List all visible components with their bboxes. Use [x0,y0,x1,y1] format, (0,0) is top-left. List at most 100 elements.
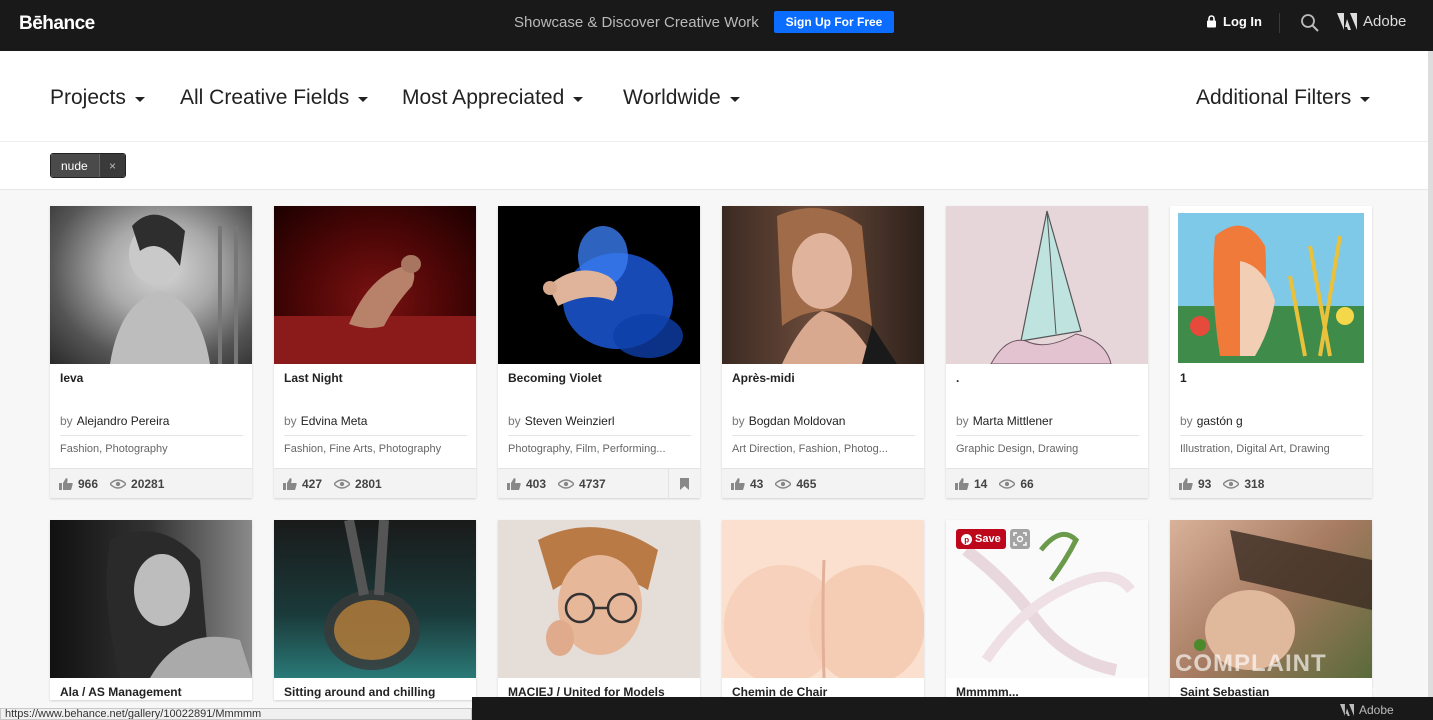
tagline: Showcase & Discover Creative Work [514,14,759,31]
eye-icon [558,478,575,489]
owner-name[interactable]: Steven Weinzierl [525,414,615,428]
project-owner[interactable]: by gastón g [1180,414,1243,428]
project-title[interactable]: Après-midi [732,371,795,385]
location-label: Worldwide [623,86,721,109]
project-title[interactable]: . [956,371,959,385]
search-tag: nude × [50,153,126,178]
project-card[interactable]: Ieva by Alejandro Pereira Fashion, Photog… [50,206,252,498]
sort-label: Most Appreciated [402,86,565,109]
caret-down-icon [1360,96,1371,102]
view-count: 66 [1020,476,1034,491]
project-card[interactable]: MACIEJ / United for Models [498,520,700,700]
view-count: 2801 [355,476,382,491]
caret-down-icon [358,96,369,102]
view-count: 4737 [579,476,606,491]
svg-text:p: p [964,535,969,544]
project-fields[interactable]: Fashion, Photography [60,443,243,455]
by-label: by [1180,414,1193,428]
project-thumbnail[interactable] [1170,206,1372,364]
behance-logo[interactable]: Bēhance [19,13,95,35]
project-fields[interactable]: Photography, Film, Performing... [508,443,691,455]
project-card[interactable]: . by Marta Mittlener Graphic Design, Draw… [946,206,1148,498]
project-card[interactable]: p Save Mmmmm... [946,520,1148,700]
project-thumbnail[interactable] [498,206,700,364]
project-thumbnail[interactable] [946,206,1148,364]
reclining-figure [274,255,476,364]
project-title[interactable]: Ala / AS Management [60,685,182,699]
location-dropdown[interactable]: Worldwide [623,86,740,110]
thumbs-up-icon [59,477,73,490]
complaints-watermark: COMPLAINT [1175,650,1327,677]
project-card[interactable]: Becoming Violet by Steven Weinzierl Photo… [498,206,700,499]
owner-name[interactable]: Marta Mittlener [973,414,1053,428]
scrollbar-track[interactable] [1428,51,1433,697]
project-owner[interactable]: by Steven Weinzierl [508,414,615,428]
project-thumbnail[interactable] [50,206,252,364]
project-card[interactable]: Chemin de Chair [722,520,924,700]
project-fields[interactable]: Art Direction, Fashion, Photog... [732,443,915,455]
bookmark-button[interactable] [668,469,700,499]
project-card[interactable]: Sitting around and chilling [274,520,476,700]
glass-bubble-figure [324,520,420,670]
sign-up-button[interactable]: Sign Up For Free [774,11,894,33]
divider [508,435,691,436]
project-title[interactable]: Sitting around and chilling [284,685,435,699]
creative-fields-dropdown[interactable]: All Creative Fields [180,86,369,110]
project-thumbnail[interactable] [722,520,924,678]
sort-dropdown[interactable]: Most Appreciated [402,86,584,110]
project-fields[interactable]: Graphic Design, Drawing [956,443,1139,455]
project-stats: 427 2801 [274,468,476,498]
project-thumbnail[interactable] [722,206,924,364]
by-label: by [284,414,297,428]
project-title[interactable]: Ieva [60,371,83,385]
remove-tag-icon[interactable]: × [99,154,125,177]
appreciation-count: 403 [526,476,547,491]
project-card[interactable]: Ala / AS Management [50,520,252,700]
owner-name[interactable]: Alejandro Pereira [77,414,170,428]
appreciation-count: 14 [974,476,988,491]
footer-adobe-link[interactable]: Adobe [1340,703,1394,717]
additional-filters-label: Additional Filters [1196,86,1352,109]
additional-filters-dropdown[interactable]: Additional Filters [1196,86,1371,110]
project-thumbnail[interactable] [274,206,476,364]
owner-name[interactable]: Edvina Meta [301,414,368,428]
project-title[interactable]: Last Night [284,371,343,385]
adobe-link[interactable]: Adobe [1337,13,1406,30]
project-owner[interactable]: by Alejandro Pereira [60,414,169,428]
project-title[interactable]: Becoming Violet [508,371,602,385]
owner-name[interactable]: Bogdan Moldovan [749,414,846,428]
project-title[interactable]: 1 [1180,371,1187,385]
search-icon[interactable] [1300,13,1320,33]
adobe-logo-icon [1337,13,1357,30]
project-thumbnail[interactable] [498,520,700,678]
project-card[interactable]: 1 by gastón g Illustration, Digital Art, … [1170,206,1372,498]
footer-adobe-label: Adobe [1359,703,1394,717]
view-count: 20281 [131,476,165,491]
divider [284,435,467,436]
owner-name[interactable]: gastón g [1197,414,1243,428]
eye-icon [999,478,1016,489]
project-card[interactable]: Last Night by Edvina Meta Fashion, Fine A… [274,206,476,498]
project-thumbnail[interactable] [274,520,476,678]
by-label: by [60,414,73,428]
project-stats: 966 20281 [50,468,252,498]
project-card[interactable]: Après-midi by Bogdan Moldovan Art Directi… [722,206,924,498]
divider [60,435,243,436]
visual-search-button[interactable] [1010,529,1030,549]
divider [956,435,1139,436]
project-thumbnail[interactable]: p Save [946,520,1148,678]
browser-status-url: https://www.behance.net/gallery/10022891… [0,708,472,720]
projects-dropdown[interactable]: Projects [50,86,145,110]
project-owner[interactable]: by Bogdan Moldovan [732,414,845,428]
project-fields[interactable]: Fashion, Fine Arts, Photography [284,443,467,455]
eye-icon [110,478,127,489]
pinterest-save-button[interactable]: p Save [956,529,1006,549]
project-thumbnail[interactable] [50,520,252,678]
by-label: by [956,414,969,428]
project-owner[interactable]: by Marta Mittlener [956,414,1053,428]
project-owner[interactable]: by Edvina Meta [284,414,367,428]
thumbs-up-icon [1179,477,1193,490]
log-in-link[interactable]: Log In [1206,14,1262,29]
appreciation-count: 427 [302,476,323,491]
project-fields[interactable]: Illustration, Digital Art, Drawing [1180,443,1363,455]
